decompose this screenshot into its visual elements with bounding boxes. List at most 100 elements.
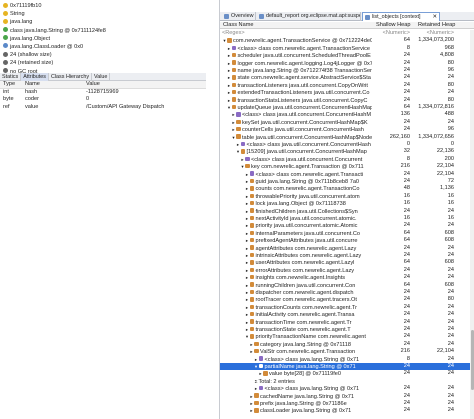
close-icon[interactable]: ✕	[432, 13, 437, 21]
tree-row[interactable]: ▾ updateQueue java.util.concurrent.Concur…	[220, 104, 474, 111]
tab-statics[interactable]: Statics	[0, 73, 22, 81]
chevron-right-icon[interactable]: ▸	[227, 97, 232, 104]
chevron-right-icon[interactable]: ▸	[245, 282, 250, 289]
tree-row[interactable]: ▾ table java.util.concurrent.ConcurrentHa…	[220, 134, 474, 141]
chevron-right-icon[interactable]: ▸	[245, 193, 250, 200]
chevron-right-icon[interactable]: ▸	[227, 89, 232, 96]
chevron-right-icon[interactable]: ▸	[245, 222, 250, 229]
tree-row[interactable]: ▸ keySet java.util.concurrent.ConcurrentH…	[220, 119, 474, 126]
chevron-right-icon[interactable]: ▸	[245, 171, 250, 178]
editor-tab-1[interactable]: Overview	[222, 12, 256, 21]
tree-row[interactable]: ▸ logger com.newrelic.agent.logging.Log4j…	[220, 60, 474, 67]
tree-scrollbar[interactable]	[470, 30, 474, 419]
tree-row[interactable]: ▸ <class> class java.util.concurrent.Conc…	[220, 156, 474, 163]
chevron-right-icon[interactable]: ▸	[236, 141, 241, 148]
pane-divider[interactable]	[206, 0, 219, 419]
editor-tab-2[interactable]: default_report org.eclipse.mat.api:suspe…	[257, 12, 361, 21]
tree-row[interactable]: ▸ dispatcher com.newrelic.agent.dispatch 2…	[220, 289, 474, 296]
tree-row[interactable]: ▸ lock java.lang.Object @ 0x71118738 16 16	[220, 200, 474, 207]
chevron-right-icon[interactable]: ▸	[245, 311, 250, 318]
attr-header-cell[interactable]: Name	[25, 81, 86, 88]
chevron-down-icon[interactable]: ▾	[254, 363, 259, 370]
chevron-right-icon[interactable]: ▸	[227, 45, 232, 52]
tree-row[interactable]: ▸ value byte[28] @ 0x71119fe0 24 24	[220, 370, 474, 377]
chevron-right-icon[interactable]: ▸	[227, 82, 232, 89]
tree-row[interactable]: ΣTotal: 2 entries	[220, 378, 474, 385]
chevron-right-icon[interactable]: ▸	[245, 215, 250, 222]
tab-class-hierarchy[interactable]: Class Hierarchy	[49, 73, 93, 81]
tree-row[interactable]: ▸ classLoader java.lang.String @ 0x71 24 24	[220, 407, 474, 414]
tree-row[interactable]: ▸ rootTracer com.newrelic.agent.tracers.O…	[220, 296, 474, 303]
chevron-right-icon[interactable]: ▸	[245, 296, 250, 303]
tree-row[interactable]: ▸ extendedTransactionListeners java.util.…	[220, 89, 474, 96]
column-class-name[interactable]: Class Name	[223, 22, 253, 29]
chevron-down-icon[interactable]: ▾	[236, 148, 241, 155]
chevron-right-icon[interactable]: ▸	[227, 74, 232, 81]
regex-filter-row[interactable]: <Regex> <Numeric> <Numeric>	[220, 30, 474, 37]
attribute-row[interactable]: int hash -1128715969	[0, 89, 206, 97]
chevron-right-icon[interactable]: ▸	[245, 208, 250, 215]
chevron-right-icon[interactable]: ▸	[254, 356, 259, 363]
chevron-right-icon[interactable]: ▸	[245, 274, 250, 281]
tree-row[interactable]: ▸ scheduler java.util.concurrent.Schedule…	[220, 52, 474, 59]
column-shallow-heap[interactable]: Shallow Heap	[376, 22, 411, 29]
tree-row[interactable]: ▾ priorityTransactionName com.newrelic.ag…	[220, 333, 474, 340]
tree-row[interactable]: ▸ agentAttributes com.newrelic.agent.Lazy…	[220, 245, 474, 252]
tree-row[interactable]: ▸ prefixedAgentAttributes java.util.concu…	[220, 237, 474, 244]
tree-row[interactable]: ▸ transactionState com.newrelic.agent.T 24…	[220, 326, 474, 333]
tree-row[interactable]: ▸ <class> class java.lang.String @ 0x71 24…	[220, 385, 474, 392]
column-retained-heap[interactable]: Retained Heap	[418, 22, 455, 29]
tree-row[interactable]: ▸ insights com.newrelic.agent.Insights 24 2…	[220, 274, 474, 281]
tree-row[interactable]: ▾ [15209] java.util.concurrent.Concurrent…	[220, 148, 474, 155]
attribute-row[interactable]: ref value/Custom/API Gateway Dispatch	[0, 104, 206, 112]
chevron-right-icon[interactable]: ▸	[245, 319, 250, 326]
tree-row[interactable]: ▸ <class> class com.newrelic.agent.Transa…	[220, 171, 474, 178]
chevron-right-icon[interactable]: ▸	[227, 52, 232, 59]
tree-row[interactable]: ▾ com.newrelic.agent.TransactionService @…	[220, 37, 474, 44]
chevron-down-icon[interactable]: ▾	[227, 104, 232, 111]
chevron-right-icon[interactable]: ▸	[245, 289, 250, 296]
tree-row[interactable]: ▸ prefix java.lang.String @ 0x71186e 24 24	[220, 400, 474, 407]
tree-row[interactable]: ▸ guid java.lang.String @ 0x711b8ceb8 7a0…	[220, 178, 474, 185]
tree-row[interactable]: ▸ runningChildren java.util.concurrent.Co…	[220, 282, 474, 289]
tree-row[interactable]: ▸ transactionListeners java.util.concurre…	[220, 82, 474, 89]
tree-row[interactable]: ▸ userAttributes com.newrelic.agent.Lazyl…	[220, 259, 474, 266]
chevron-right-icon[interactable]: ▸	[245, 200, 250, 207]
attribute-row[interactable]: byte coder 0	[0, 96, 206, 104]
tree-row[interactable]: ▾ key com.newrelic.agent.Transaction @ 0x…	[220, 163, 474, 170]
tree-row[interactable]: ▸ counts com.newrelic.agent.TransactionCo…	[220, 185, 474, 192]
tree-row[interactable]: ▸ category java.lang.String @ 0x71118 24 24	[220, 341, 474, 348]
tree-row[interactable]: ▸ <class> class java.lang.String @ 0x71 8 2…	[220, 356, 474, 363]
chevron-right-icon[interactable]: ▸	[227, 67, 232, 74]
tree-row[interactable]: ▸ cachedName java.lang.String @ 0x71 24 24	[220, 393, 474, 400]
chevron-right-icon[interactable]: ▸	[245, 304, 250, 311]
tree-row[interactable]: ▸ initialActivity com.newrelic.agent.Tran…	[220, 311, 474, 318]
chevron-down-icon[interactable]: ▾	[245, 333, 250, 340]
tree-row[interactable]: ▸ name java.lang.String @ 0x712274f38 Tra…	[220, 67, 474, 74]
chevron-right-icon[interactable]: ▸	[245, 178, 250, 185]
chevron-right-icon[interactable]: ▸	[245, 326, 250, 333]
chevron-right-icon[interactable]: ▸	[254, 385, 259, 392]
chevron-right-icon[interactable]: ▸	[245, 245, 250, 252]
tree-row[interactable]: ▸ intrinsicAttributes com.newrelic.agent.…	[220, 252, 474, 259]
chevron-right-icon[interactable]: ▸	[245, 252, 250, 259]
tree-row[interactable]: ▸ throwablePriority java.util.concurrent.…	[220, 193, 474, 200]
chevron-right-icon[interactable]: ▸	[245, 267, 250, 274]
tree-row[interactable]: ▸ internalParameters java.util.concurrent…	[220, 230, 474, 237]
tree-row[interactable]: ▸ transactionTime com.newrelic.agent.Tr 24…	[220, 319, 474, 326]
tree-row[interactable]: ▸ counterCells java.util.concurrent.Concu…	[220, 126, 474, 133]
attr-header-cell[interactable]: Value	[86, 81, 206, 88]
tree-row[interactable]: ▸ <class> class com.newrelic.agent.Transa…	[220, 45, 474, 52]
tree-row[interactable]: ▸ <class> class java.util.concurrent.Conc…	[220, 141, 474, 148]
tree-row[interactable]: ▸ state com.newrelic.agent.service.Abstra…	[220, 74, 474, 81]
tab-value[interactable]: Value	[92, 73, 111, 81]
scrollbar-thumb[interactable]	[470, 330, 474, 390]
chevron-right-icon[interactable]: ▸	[245, 230, 250, 237]
tree-row[interactable]: ▸ nextActivityId java.util.concurrent.ato…	[220, 215, 474, 222]
tree-row[interactable]: ▸ ValStr com.newrelic.agent.Transaction 21…	[220, 348, 474, 355]
tree-row[interactable]: ▸ transactionStatsListeners java.util.con…	[220, 97, 474, 104]
tree-row[interactable]: ▸ priority java.util.concurrent.atomic.At…	[220, 222, 474, 229]
tree-row[interactable]: ▸ transactionCounts com.newrelic.agent.Tr…	[220, 304, 474, 311]
attr-header-cell[interactable]: Type	[0, 81, 25, 88]
chevron-right-icon[interactable]: ▸	[245, 259, 250, 266]
